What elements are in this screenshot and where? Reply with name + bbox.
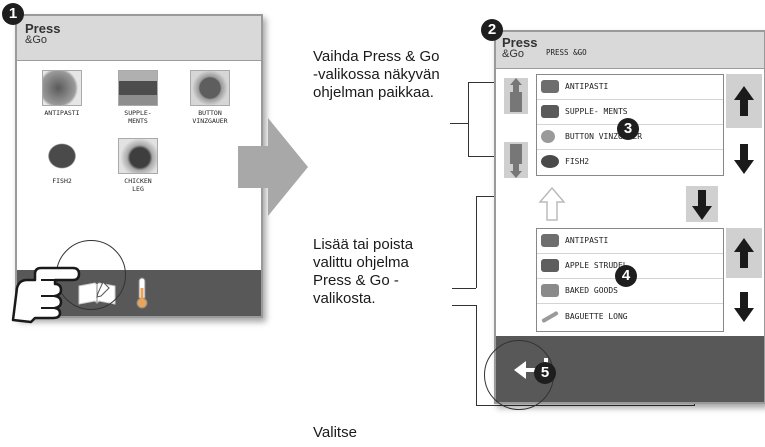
- arrow-up-icon: [734, 86, 754, 116]
- brand-line-2: &Go: [25, 34, 48, 46]
- program-tile-fish2[interactable]: FISH2: [35, 138, 89, 185]
- list-item[interactable]: ANTIPASTI: [537, 229, 723, 254]
- baguette-thumb: [541, 310, 559, 324]
- remove-from-press-and-go-button[interactable]: [686, 186, 718, 222]
- callout-add-remove: Lisää tai poista valittu ohjelma Press &…: [313, 236, 414, 307]
- list-item[interactable]: BAGUETTE LONG: [537, 305, 723, 329]
- bread-image: [190, 70, 230, 106]
- scroll-down-button[interactable]: [726, 132, 762, 186]
- arrow-down-icon: [734, 292, 754, 322]
- thermometer-icon[interactable]: [135, 276, 149, 310]
- step-badge-2: 2: [481, 19, 503, 41]
- bread-thumb: [541, 130, 555, 143]
- list-item-label: SUPPLE- MENTS: [565, 107, 628, 116]
- add-up-icon: [538, 186, 566, 221]
- supplements-image: [118, 70, 158, 106]
- step-badge-5: 5: [534, 362, 556, 384]
- step-badge-3: 3: [617, 118, 639, 140]
- supplements-thumb: [541, 105, 559, 118]
- program-tile-antipasti[interactable]: ANTIPASTI: [35, 70, 89, 117]
- apple-strudel-thumb: [541, 259, 559, 272]
- fish-image: [42, 138, 82, 174]
- program-tile-supplements[interactable]: SUPPLE- MENTS: [111, 70, 165, 125]
- antipasti-thumb: [541, 80, 559, 93]
- antipasti-thumb: [541, 234, 559, 247]
- tile-label: CHICKEN LEG: [124, 177, 152, 193]
- tile-label: BUTTON VINZGAUER: [192, 109, 228, 125]
- leader-line: [468, 82, 470, 156]
- scroll-down-button[interactable]: [726, 282, 762, 332]
- leader-line: [450, 123, 468, 125]
- leader-line: [476, 196, 478, 288]
- transition-arrow: [238, 118, 308, 216]
- list-item[interactable]: ANTIPASTI: [537, 75, 723, 100]
- callout-select: Valitse: [313, 424, 357, 441]
- list-item-label: FISH2: [565, 157, 590, 166]
- screen-header: Press &Go PRESS &GO: [496, 32, 764, 69]
- fish-thumb: [541, 155, 559, 168]
- scroll-up-button[interactable]: [726, 74, 762, 128]
- antipasti-image: [42, 70, 82, 106]
- program-tile-button-vinzgauer[interactable]: BUTTON VINZGAUER: [183, 70, 237, 125]
- header-title: PRESS &GO: [546, 48, 587, 57]
- list-item[interactable]: FISH2: [537, 150, 723, 174]
- step-badge-4: 4: [615, 265, 637, 287]
- step-badge-1: 1: [2, 3, 24, 25]
- list-item-label: BAGUETTE LONG: [565, 312, 628, 321]
- arrow-up-icon: [734, 238, 754, 268]
- press-and-go-logo: Press &Go: [25, 22, 60, 46]
- callout-reorder: Vaihda Press & Go -valikossa näkyvän ohj…: [313, 48, 440, 101]
- list-item-label: ANTIPASTI: [565, 82, 609, 91]
- move-up-icon[interactable]: [504, 78, 528, 114]
- add-to-press-and-go-button[interactable]: [536, 186, 568, 222]
- tile-label: FISH2: [52, 177, 72, 185]
- chicken-leg-image: [118, 138, 158, 174]
- move-down-icon[interactable]: [504, 142, 528, 178]
- leader-line: [476, 305, 478, 406]
- scroll-up-button[interactable]: [726, 228, 762, 278]
- arrow-down-icon: [734, 144, 754, 174]
- tile-label: SUPPLE- MENTS: [124, 109, 152, 125]
- list-item-label: BAKED GOODS: [565, 286, 618, 295]
- press-and-go-logo: Press &Go: [502, 36, 537, 60]
- remove-down-icon: [692, 190, 712, 220]
- leader-line: [452, 305, 476, 307]
- screen-header: Press &Go: [17, 16, 261, 61]
- brand-line-2: &Go: [502, 48, 525, 60]
- pointing-hand-icon: [5, 250, 85, 325]
- list-item-label: ANTIPASTI: [565, 236, 609, 245]
- baked-goods-thumb: [541, 284, 559, 297]
- program-tile-chicken-leg[interactable]: CHICKEN LEG: [111, 138, 165, 193]
- leader-line: [452, 288, 476, 290]
- tile-label: ANTIPASTI: [44, 109, 80, 117]
